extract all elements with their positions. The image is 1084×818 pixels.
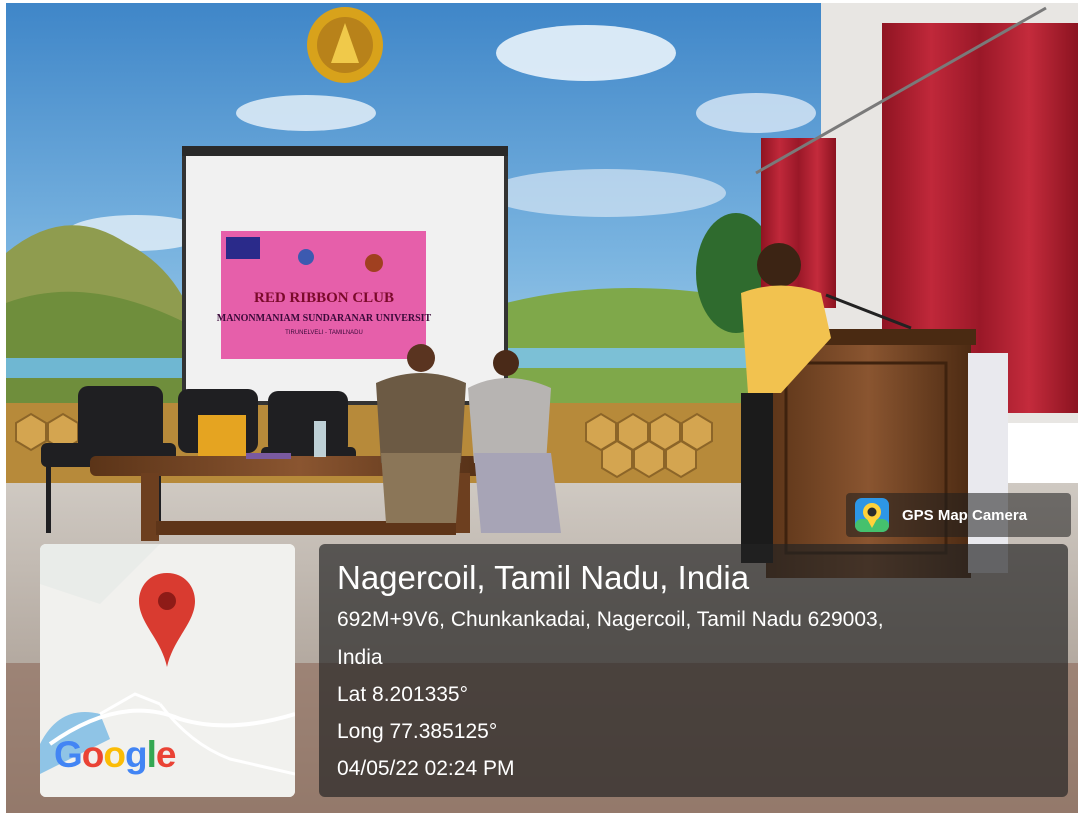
gps-app-label: GPS Map Camera — [902, 506, 1028, 524]
location-info-panel: Nagercoil, Tamil Nadu, India 692M+9V6, C… — [319, 544, 1068, 797]
banner-place: TIRUNELVELI - TAMILNADU — [285, 330, 363, 336]
place-name: Nagercoil, Tamil Nadu, India — [337, 559, 750, 596]
banner-university: MANONMANIAM SUNDARANAR UNIVERSIT — [217, 313, 432, 324]
longitude: Long 77.385125° — [337, 720, 498, 743]
address-line-1: 692M+9V6, Chunkankadai, Nagercoil, Tamil… — [337, 608, 884, 631]
date-time: 04/05/22 02:24 PM — [337, 757, 515, 780]
address-line-2: India — [337, 646, 383, 669]
photo-frame: RED RIBBON CLUB MANONMANIAM SUNDARANAR U… — [6, 3, 1078, 813]
gps-map-camera-badge: GPS Map Camera — [846, 493, 1071, 537]
latitude: Lat 8.201335° — [337, 683, 469, 706]
banner-title: RED RIBBON CLUB — [254, 290, 394, 306]
map-thumbnail: Google — [40, 544, 295, 797]
location-pin-icon — [139, 573, 195, 667]
gps-camera-app-icon — [855, 498, 889, 532]
google-logo: Google — [54, 734, 176, 775]
